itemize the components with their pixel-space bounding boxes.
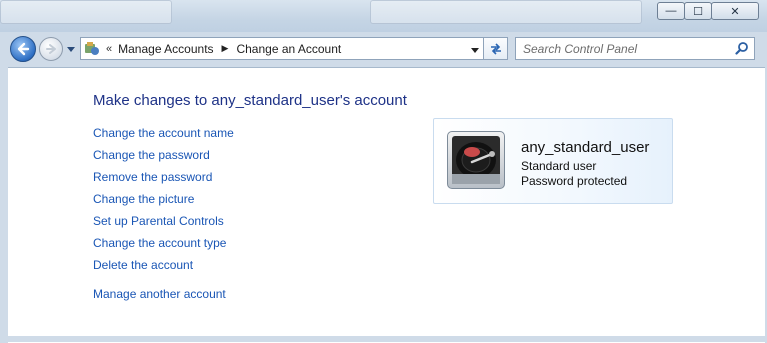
- window-bottom-border: [0, 336, 767, 342]
- address-dropdown-button[interactable]: [471, 42, 479, 56]
- password-status: Password protected: [521, 174, 628, 188]
- page-title: Make changes to any_standard_user's acco…: [93, 92, 407, 109]
- breadcrumb-overflow[interactable]: «: [106, 43, 112, 55]
- navigation-bar: « Manage Accounts ▶ Change an Account Se…: [0, 32, 767, 66]
- task-list: Change the account name Change the passw…: [93, 124, 353, 307]
- back-button[interactable]: [10, 36, 36, 62]
- breadcrumb-change-account[interactable]: Change an Account: [236, 42, 341, 56]
- chevron-down-icon: [67, 46, 75, 52]
- remove-password-link[interactable]: Remove the password: [93, 168, 353, 190]
- minimize-button[interactable]: —: [657, 2, 685, 20]
- history-dropdown[interactable]: [66, 44, 76, 54]
- change-account-type-link[interactable]: Change the account type: [93, 234, 353, 256]
- turntable-picture-icon: [447, 131, 505, 189]
- background-taskbar-blur: [0, 0, 172, 24]
- breadcrumb-separator-icon[interactable]: ▶: [222, 43, 229, 54]
- minimize-icon: —: [665, 5, 677, 17]
- search-input[interactable]: Search Control Panel: [515, 37, 755, 60]
- control-panel-icon: [84, 41, 100, 57]
- change-account-name-link[interactable]: Change the account name: [93, 124, 353, 146]
- chevron-down-icon: [471, 48, 479, 53]
- account-name: any_standard_user: [521, 139, 650, 156]
- manage-another-account-link[interactable]: Manage another account: [93, 285, 353, 307]
- background-tabs-blur: [370, 0, 642, 24]
- search-placeholder: Search Control Panel: [523, 41, 638, 56]
- breadcrumb-manage-accounts[interactable]: Manage Accounts: [118, 42, 213, 56]
- change-password-link[interactable]: Change the password: [93, 146, 353, 168]
- parental-controls-link[interactable]: Set up Parental Controls: [93, 212, 353, 234]
- change-picture-link[interactable]: Change the picture: [93, 190, 353, 212]
- delete-account-link[interactable]: Delete the account: [93, 256, 353, 278]
- window-titlebar: — ☐ ✕: [0, 0, 767, 32]
- close-button[interactable]: ✕: [711, 2, 759, 20]
- content-pane: Make changes to any_standard_user's acco…: [8, 67, 765, 343]
- account-type: Standard user: [521, 159, 597, 173]
- forward-arrow-icon: [46, 44, 56, 54]
- maximize-button[interactable]: ☐: [684, 2, 712, 20]
- search-icon[interactable]: [735, 41, 749, 58]
- refresh-button[interactable]: [484, 37, 508, 60]
- account-card: any_standard_user Standard user Password…: [433, 118, 673, 204]
- back-arrow-icon: [17, 42, 30, 56]
- address-bar[interactable]: « Manage Accounts ▶ Change an Account: [80, 37, 484, 60]
- forward-button[interactable]: [39, 37, 63, 61]
- refresh-icon: [490, 42, 501, 55]
- maximize-icon: ☐: [693, 5, 703, 18]
- close-icon: ✕: [730, 5, 740, 18]
